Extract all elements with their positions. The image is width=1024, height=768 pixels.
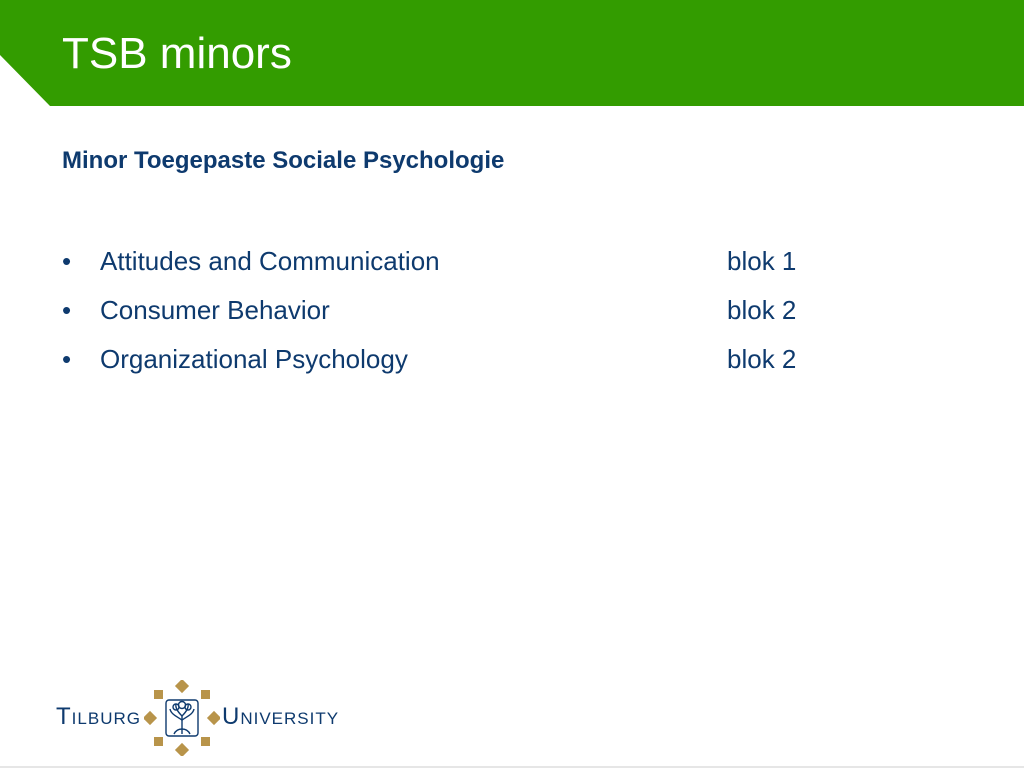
logo-rest: ilburg — [71, 709, 141, 728]
tilburg-seal-icon — [144, 680, 220, 756]
slide: TSB minors Minor Toegepaste Sociale Psyc… — [0, 0, 1024, 768]
list-item: • Consumer Behavior blok 2 — [62, 293, 862, 342]
logo-rest: niversity — [240, 709, 340, 728]
course-list: • Attitudes and Communication blok 1 • C… — [62, 244, 862, 391]
slide-title: TSB minors — [62, 29, 292, 78]
course-name: Consumer Behavior — [100, 295, 330, 325]
course-block: blok 2 — [727, 295, 797, 325]
logo-initial: U — [222, 703, 241, 730]
bullet: • — [62, 344, 72, 374]
minor-subtitle: Minor Toegepaste Sociale Psychologie — [62, 147, 505, 174]
tilburg-university-logo: Tilburg — [56, 680, 346, 756]
course-block: blok 1 — [727, 246, 797, 276]
bullet: • — [62, 295, 72, 325]
logo-initial: T — [56, 703, 72, 730]
course-block: blok 2 — [727, 344, 797, 374]
bullet: • — [62, 246, 72, 276]
course-name: Organizational Psychology — [100, 344, 408, 374]
list-item: • Organizational Psychology blok 2 — [62, 342, 862, 391]
logo-word-university: University — [222, 703, 340, 730]
logo-word-tilburg: Tilburg — [56, 703, 141, 730]
course-name: Attitudes and Communication — [100, 246, 440, 276]
list-item: • Attitudes and Communication blok 1 — [62, 244, 862, 293]
